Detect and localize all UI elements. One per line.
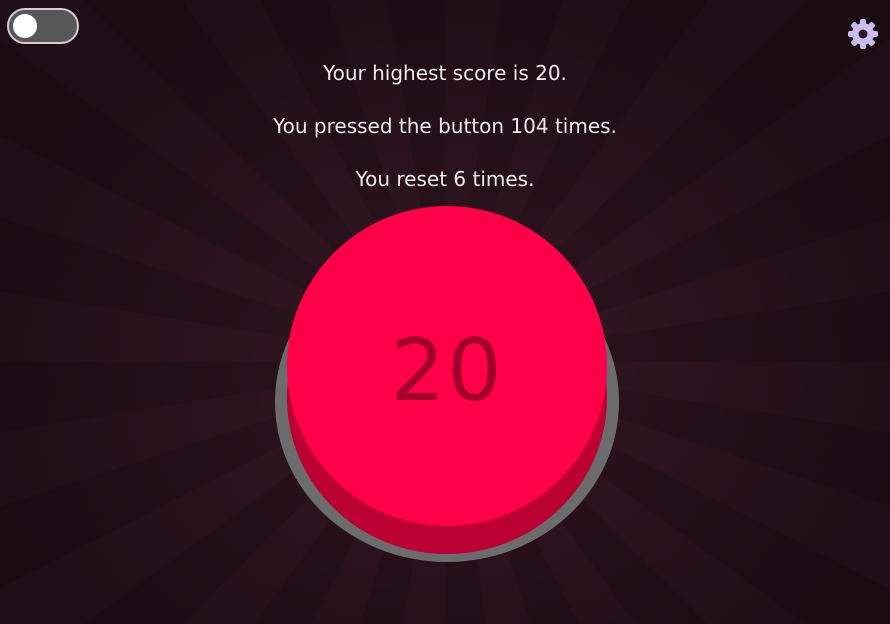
button-presses-text: You pressed the button 104 times. bbox=[273, 114, 617, 138]
theme-toggle[interactable] bbox=[7, 8, 79, 44]
toggle-knob bbox=[13, 14, 37, 38]
button-face: 20 bbox=[287, 206, 607, 526]
highest-score-text: Your highest score is 20. bbox=[323, 61, 567, 85]
big-red-button[interactable]: 20 bbox=[275, 206, 619, 562]
stats-panel: Your highest score is 20. You pressed th… bbox=[0, 58, 890, 217]
gear-icon[interactable] bbox=[846, 17, 880, 51]
button-counter: 20 bbox=[390, 321, 504, 421]
